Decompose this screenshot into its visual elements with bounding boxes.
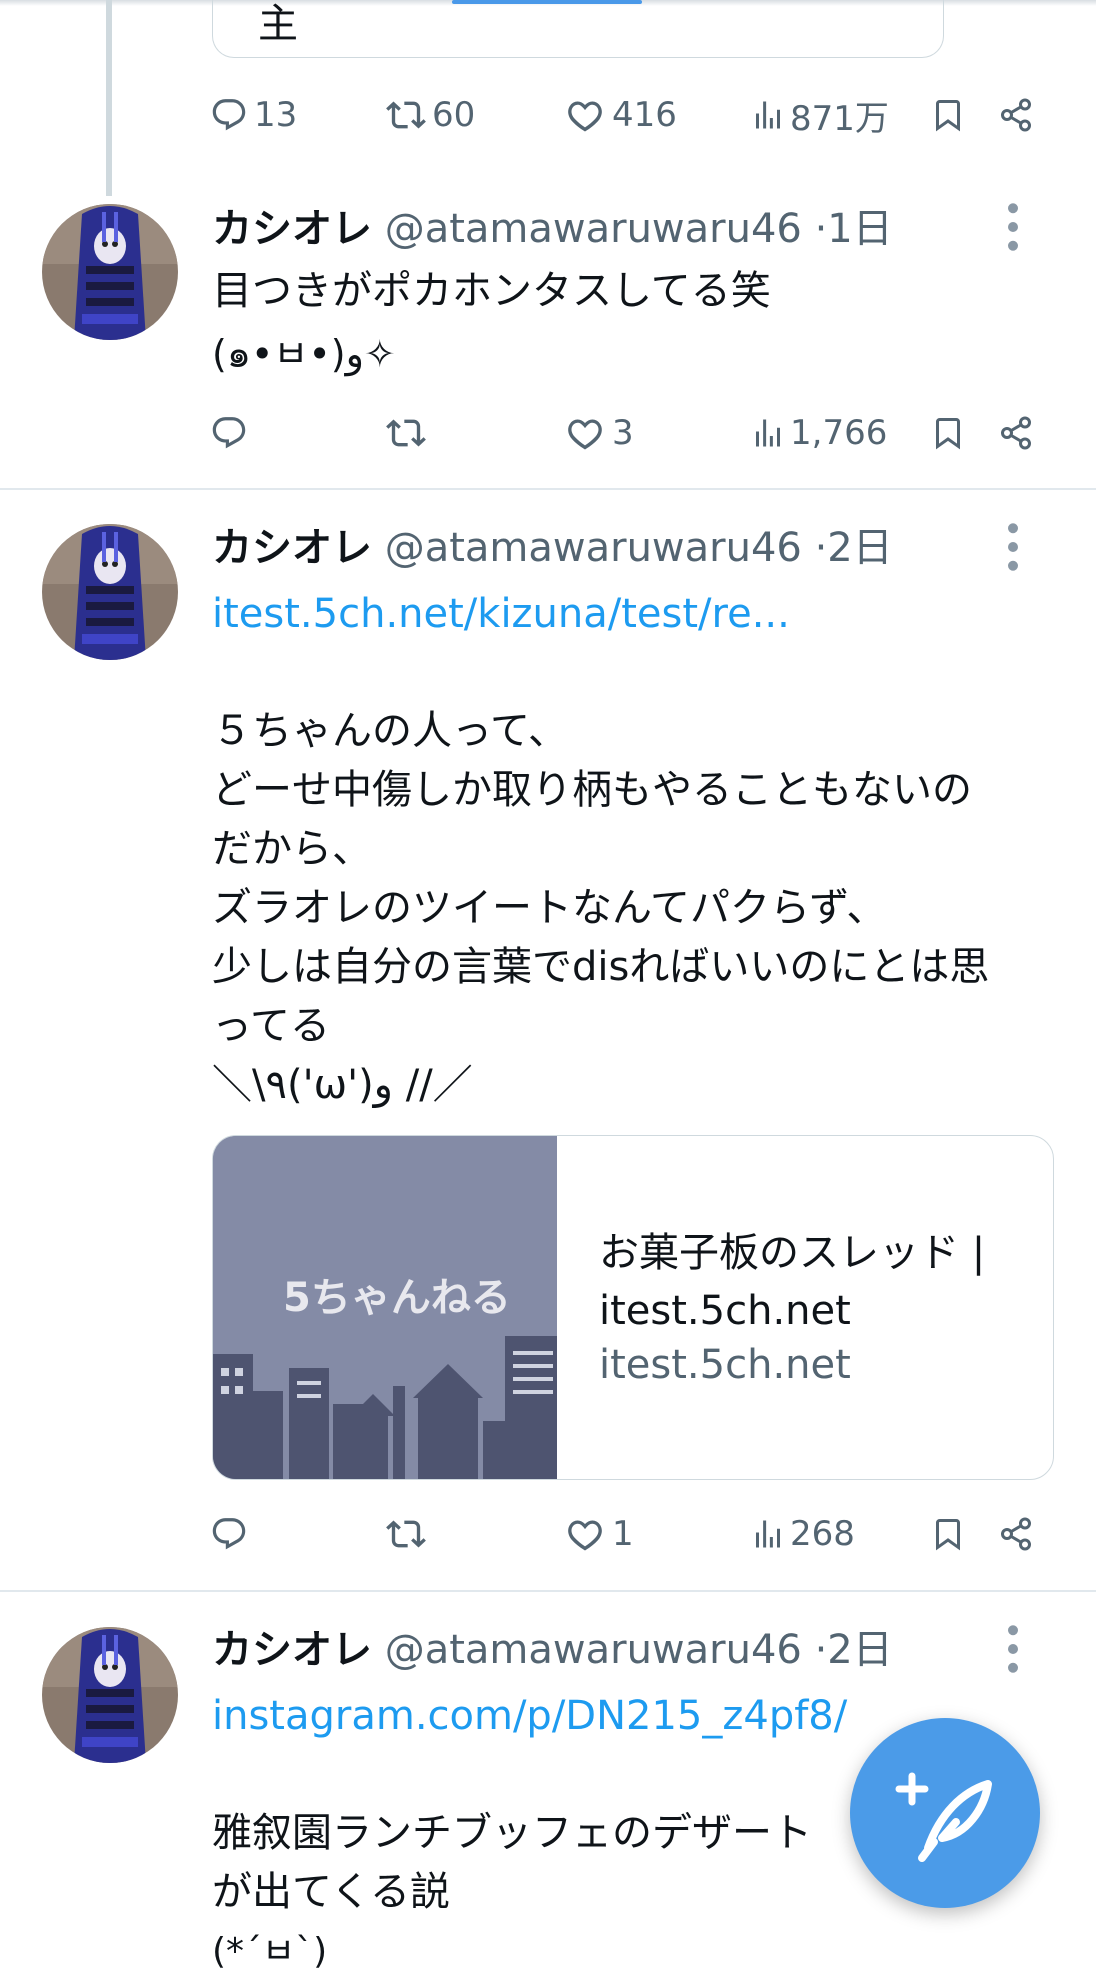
post-text-line: (๑•ㅂ•)و✧: [212, 332, 396, 376]
display-name[interactable]: カシオレ: [212, 1627, 372, 1673]
like-count: 416: [612, 95, 677, 135]
post-text-line: ＼\٩('ω')و //／: [212, 1062, 473, 1108]
repost-button[interactable]: [386, 1509, 426, 1559]
site-logo-text: 5ちゃんねる: [283, 1275, 511, 1321]
repost-icon: [386, 1514, 426, 1554]
views-button[interactable]: 871万: [750, 90, 889, 140]
bookmark-icon: [930, 415, 966, 451]
views-icon: [750, 415, 786, 451]
quoted-post-fragment: 主: [258, 1, 298, 47]
avatar-image: [42, 524, 178, 660]
views-icon: [750, 1516, 786, 1552]
quoted-post-highlight: [452, 0, 642, 4]
reply-button[interactable]: [210, 408, 248, 458]
post-text-line: ズラオレのツイートなんてパクらず、: [212, 885, 887, 931]
thread-line: [106, 0, 112, 196]
share-icon: [998, 97, 1034, 133]
views-button[interactable]: 1,766: [750, 408, 887, 458]
quoted-post-card[interactable]: [212, 0, 944, 58]
avatar-image: [42, 204, 178, 340]
bookmark-icon: [930, 1516, 966, 1552]
more-button[interactable]: [1007, 202, 1047, 262]
more-icon: [1007, 202, 1019, 252]
post-text-line: 少しは自分の言葉でdisればいいのにとは思: [212, 944, 990, 990]
bookmark-button[interactable]: [930, 1509, 966, 1559]
display-name[interactable]: カシオレ: [212, 206, 372, 252]
like-icon: [566, 414, 604, 452]
post-divider: [0, 1590, 1096, 1592]
reply-icon: [210, 1515, 248, 1553]
share-button[interactable]: [998, 90, 1034, 140]
avatar[interactable]: [42, 1627, 178, 1763]
link-card-title: お菓子板のスレッド | itest.5ch.net: [599, 1230, 986, 1334]
like-button[interactable]: 416: [566, 90, 677, 140]
more-button[interactable]: [1007, 1624, 1047, 1684]
reply-icon: [210, 96, 248, 134]
more-icon: [1007, 1624, 1019, 1674]
reply-icon: [210, 414, 248, 452]
avatar[interactable]: [42, 204, 178, 340]
bookmark-button[interactable]: [930, 408, 966, 458]
post-divider: [0, 488, 1096, 490]
repost-count: 60: [432, 95, 476, 135]
post-text-line: (*´ㅂ`): [212, 1931, 328, 1972]
post-link[interactable]: itest.5ch.net/kizuna/test/re...: [212, 585, 790, 644]
separator-dot: ·: [814, 206, 828, 252]
post-text-line: 雅叙園ランチブッフェのデザート: [212, 1810, 812, 1856]
link-preview-image: 5ちゃんねる: [213, 1136, 557, 1479]
share-icon: [998, 1516, 1034, 1552]
views-button[interactable]: 268: [750, 1509, 855, 1559]
avatar[interactable]: [42, 524, 178, 660]
compose-icon: [895, 1772, 992, 1862]
post-header: カシオレ @atamawaruwaru46 ·2日: [212, 523, 893, 573]
user-handle[interactable]: @atamawaruwaru46: [385, 525, 802, 571]
share-button[interactable]: [998, 1509, 1034, 1559]
post-text-line: ５ちゃんの人って、: [212, 708, 568, 754]
user-handle[interactable]: @atamawaruwaru46: [385, 206, 802, 252]
repost-button[interactable]: 60: [386, 90, 475, 140]
post-text-line: 目つきがポカホンタスしてる笑: [212, 268, 771, 314]
views-count: 268: [790, 1514, 855, 1554]
like-icon: [566, 1515, 604, 1553]
compose-button[interactable]: [850, 1718, 1040, 1908]
post-text-line: どーせ中傷しか取り柄もやることもないの: [212, 767, 972, 813]
post-text-line: が出てくる説: [212, 1869, 450, 1915]
repost-icon: [386, 413, 426, 453]
bookmark-icon: [930, 97, 966, 133]
post-time[interactable]: 2日: [827, 525, 892, 571]
post-time[interactable]: 1日: [827, 206, 892, 252]
views-count: 1,766: [790, 413, 888, 453]
like-icon: [566, 96, 604, 134]
share-icon: [998, 415, 1034, 451]
views-count: 871万: [790, 98, 889, 139]
display-name[interactable]: カシオレ: [212, 525, 372, 571]
more-button[interactable]: [1007, 522, 1047, 582]
separator-dot: ·: [814, 525, 828, 571]
bookmark-button[interactable]: [930, 90, 966, 140]
repost-icon: [386, 95, 426, 135]
like-button[interactable]: 3: [566, 408, 634, 458]
post-time[interactable]: 2日: [827, 1627, 892, 1673]
share-button[interactable]: [998, 408, 1034, 458]
post-text-line: ってる: [212, 1003, 330, 1049]
more-icon: [1007, 522, 1019, 572]
views-icon: [750, 97, 786, 133]
like-count: 3: [612, 413, 634, 453]
reply-button[interactable]: [210, 1509, 248, 1559]
link-preview-card[interactable]: 5ちゃんねる お菓子板のスレッド | itest.5ch.net itest.5…: [212, 1135, 1054, 1480]
user-handle[interactable]: @atamawaruwaru46: [385, 1627, 802, 1673]
avatar-image: [42, 1627, 178, 1763]
repost-button[interactable]: [386, 408, 426, 458]
like-button[interactable]: 1: [566, 1509, 634, 1559]
link-card-domain: itest.5ch.net: [599, 1342, 851, 1388]
reply-button[interactable]: 13: [210, 90, 297, 140]
reply-count: 13: [254, 95, 298, 135]
separator-dot: ·: [814, 1627, 828, 1673]
post-link[interactable]: instagram.com/p/DN215_z4pf8/: [212, 1687, 847, 1746]
post-header: カシオレ @atamawaruwaru46 ·2日: [212, 1625, 893, 1675]
like-count: 1: [612, 1514, 634, 1554]
post-header: カシオレ @atamawaruwaru46 ·1日: [212, 204, 893, 254]
post-text-line: だから、: [212, 826, 372, 872]
